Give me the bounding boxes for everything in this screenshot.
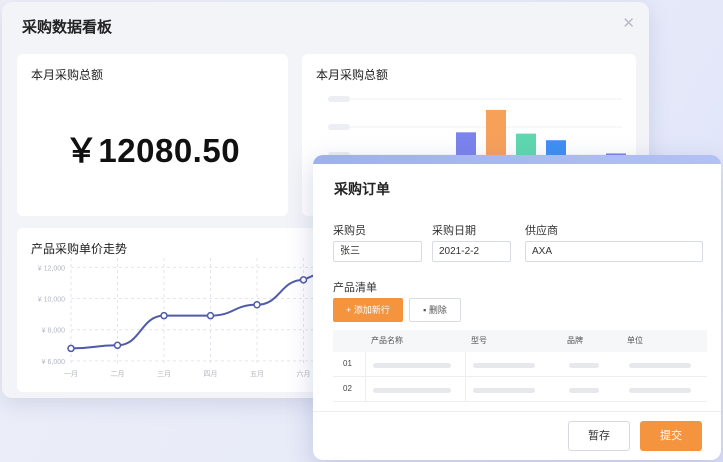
table-row[interactable]: 01 xyxy=(333,352,707,377)
table-header: 产品名称 型号 品牌 单位 xyxy=(333,330,707,352)
cell-placeholder xyxy=(473,363,535,368)
y-tick-label: ¥ 12,000 xyxy=(38,265,65,272)
product-table: 产品名称 型号 品牌 单位 01 02 xyxy=(333,330,707,402)
save-draft-button[interactable]: 暂存 xyxy=(568,421,630,451)
product-list-label: 产品清单 xyxy=(333,282,377,294)
delete-button[interactable]: ▪ 删除 xyxy=(409,298,461,322)
trend-chart-card: 产品采购单价走势 ¥ 12,000 ¥ 10,000 ¥ 8,000 ¥ 6,000 一… xyxy=(17,228,317,392)
add-row-button[interactable]: + 添加新行 xyxy=(333,298,403,322)
line-chart: ¥ 12,000 ¥ 10,000 ¥ 8,000 ¥ 6,000 一月 二月 三月 四月 五月… xyxy=(38,258,317,378)
series-line xyxy=(70,272,317,350)
axis-tick-label xyxy=(328,96,350,102)
row-number: 01 xyxy=(343,359,352,368)
header-model: 型号 xyxy=(471,336,487,345)
x-tick-label: 四月 xyxy=(204,370,218,378)
table-row[interactable]: 02 xyxy=(333,377,707,402)
cell-divider xyxy=(465,352,466,376)
x-tick-label: 三月 xyxy=(157,370,171,378)
cell-divider xyxy=(365,352,366,376)
buyer-label: 采购员 xyxy=(333,225,366,237)
row-number: 02 xyxy=(343,384,352,393)
cell-placeholder xyxy=(473,388,535,393)
supplier-label: 供应商 xyxy=(525,225,558,237)
purchase-order-dialog: 采购订单 采购员 张三 采购日期 2021-2-2 供应商 AXA 产品清单 +… xyxy=(313,155,721,460)
y-tick-label: ¥ 6,000 xyxy=(42,359,65,366)
cell-divider xyxy=(365,377,366,401)
buyer-input[interactable]: 张三 xyxy=(333,241,422,262)
x-tick-label: 六月 xyxy=(297,369,311,378)
header-product-name: 产品名称 xyxy=(371,336,403,345)
submit-button[interactable]: 提交 xyxy=(640,421,702,451)
header-unit: 单位 xyxy=(627,336,643,345)
date-label: 采购日期 xyxy=(432,225,476,237)
cell-placeholder xyxy=(569,388,599,393)
cell-divider xyxy=(465,377,466,401)
x-tick-label: 一月 xyxy=(64,370,78,378)
dialog-topbar xyxy=(313,155,721,164)
y-tick-label: ¥ 10,000 xyxy=(38,297,65,304)
data-point xyxy=(160,311,168,320)
cell-placeholder xyxy=(629,388,691,393)
y-tick-label: ¥ 8,000 xyxy=(42,328,65,335)
dashboard-title: 采购数据看板 xyxy=(22,19,113,36)
total-value: ￥12080.50 xyxy=(64,132,241,169)
data-point xyxy=(206,311,215,320)
footer-divider xyxy=(313,411,721,412)
total-card: 本月采购总额 ￥12080.50 xyxy=(17,54,288,216)
x-tick-label: 五月 xyxy=(250,370,264,378)
cell-placeholder xyxy=(373,388,451,393)
supplier-input[interactable]: AXA xyxy=(525,241,703,262)
header-brand: 品牌 xyxy=(567,336,583,345)
axis-tick-label xyxy=(328,124,350,130)
cell-placeholder xyxy=(373,363,451,368)
cell-placeholder xyxy=(569,363,599,368)
x-tick-label: 二月 xyxy=(111,370,125,378)
order-title: 采购订单 xyxy=(334,181,390,197)
data-point xyxy=(299,276,308,284)
close-icon[interactable]: ✕ xyxy=(622,14,635,32)
cell-placeholder xyxy=(629,363,691,368)
total-card-title: 本月采购总额 xyxy=(31,68,104,82)
data-point xyxy=(113,341,122,350)
date-input[interactable]: 2021-2-2 xyxy=(432,241,511,262)
data-point xyxy=(67,344,75,353)
data-point xyxy=(253,301,261,309)
